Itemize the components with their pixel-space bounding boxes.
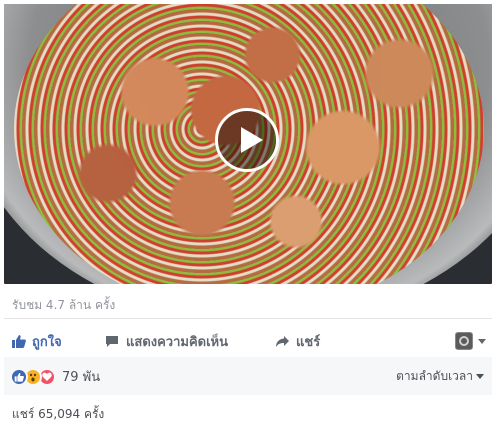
view-count: รับชม 4.7 ล้าน ครั้ง xyxy=(12,298,116,312)
like-label: ถูกใจ xyxy=(32,334,62,350)
video-player[interactable] xyxy=(4,4,492,284)
divider xyxy=(4,318,492,319)
sort-label: ตามลำดับเวลา xyxy=(396,369,473,383)
reaction-count: 79 พัน xyxy=(62,370,101,385)
reaction-summary[interactable]: 79 พัน xyxy=(10,366,100,387)
comment-button[interactable]: แสดงความคิดเห็น xyxy=(104,326,228,356)
chevron-down-icon xyxy=(478,338,486,344)
thumbs-up-icon xyxy=(10,333,26,349)
comment-label: แสดงความคิดเห็น xyxy=(126,334,229,350)
reactions-bar: 79 พัน ตามลำดับเวลา xyxy=(4,357,492,395)
sort-caret-icon xyxy=(476,374,484,379)
like-reaction-icon xyxy=(10,367,28,386)
share-arrow-icon xyxy=(274,333,290,349)
action-bar: ถูกใจ แสดงความคิดเห็น แชร์ xyxy=(4,326,492,356)
share-label: แชร์ xyxy=(296,334,321,350)
share-button[interactable]: แชร์ xyxy=(274,326,320,356)
sort-dropdown[interactable]: ตามลำดับเวลา xyxy=(396,367,484,386)
share-count[interactable]: แชร์ 65,094 ครั้ง xyxy=(12,405,104,424)
like-button[interactable]: ถูกใจ xyxy=(10,326,62,356)
page-avatar-icon xyxy=(455,332,473,350)
page-selector-button[interactable] xyxy=(455,332,486,350)
play-icon[interactable] xyxy=(215,108,279,172)
comment-icon xyxy=(104,333,120,349)
